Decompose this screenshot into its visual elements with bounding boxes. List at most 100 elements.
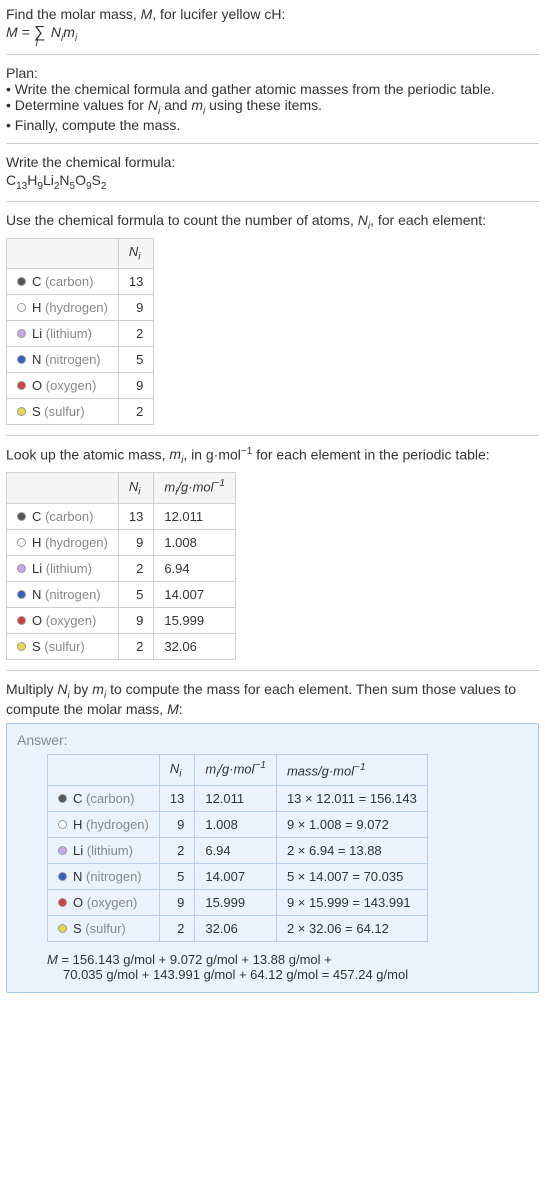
element-dot-icon [17, 381, 26, 390]
table-row: H (hydrogen)9 [7, 294, 154, 320]
element-dot-icon [58, 924, 67, 933]
element-cell: Li (lithium) [7, 556, 119, 582]
element-symbol: S [32, 639, 41, 654]
element-dot-icon [17, 407, 26, 416]
table-row: N (nitrogen)514.007 [7, 582, 236, 608]
n-value: 13 [118, 268, 153, 294]
table-row: S (sulfur)232.062 × 32.06 = 64.12 [48, 915, 428, 941]
lookup-section: Look up the atomic mass, mi, in g·mol−1 … [6, 446, 539, 660]
element-symbol: N [32, 587, 41, 602]
m-value: 15.999 [154, 608, 236, 634]
formula-N: N [47, 24, 61, 40]
n-value: 2 [118, 556, 153, 582]
element-name: (sulfur) [41, 639, 85, 654]
element-symbol: S [73, 921, 82, 936]
divider [6, 201, 539, 202]
atom-count-table: Ni C (carbon)13H (hydrogen)9Li (lithium)… [6, 238, 154, 425]
element-cell: H (hydrogen) [7, 530, 119, 556]
element-name: (nitrogen) [41, 352, 100, 367]
answer-box: Answer: Ni mi/g·mol−1 mass/g·mol−1 C (ca… [6, 723, 539, 993]
divider [6, 435, 539, 436]
chem-sub: 2 [101, 180, 107, 191]
mass-value: 2 × 6.94 = 13.88 [276, 837, 427, 863]
element-name: (oxygen) [42, 378, 96, 393]
element-cell: S (sulfur) [7, 398, 119, 424]
element-name: (nitrogen) [41, 587, 100, 602]
n-value: 2 [118, 398, 153, 424]
element-dot-icon [17, 277, 26, 286]
table-row: O (oxygen)915.9999 × 15.999 = 143.991 [48, 889, 428, 915]
m-value: 14.007 [195, 863, 277, 889]
answer-label: Answer: [17, 732, 528, 748]
mult-colon: : [179, 701, 183, 717]
molar-mass-formula: M = ∑i Nimi [6, 24, 539, 44]
header-mass: mass/g·mol−1 [276, 754, 427, 785]
element-name: (lithium) [42, 326, 92, 341]
table-row: C (carbon)1312.01113 × 12.011 = 156.143 [48, 785, 428, 811]
element-symbol: O [32, 378, 42, 393]
element-dot-icon [58, 846, 67, 855]
element-cell: S (sulfur) [7, 634, 119, 660]
element-symbol: N [73, 869, 82, 884]
element-symbol: Li [73, 843, 83, 858]
element-dot-icon [17, 590, 26, 599]
element-name: (hydrogen) [82, 817, 148, 832]
element-dot-icon [17, 512, 26, 521]
final-sum-line2: 70.035 g/mol + 143.991 g/mol + 64.12 g/m… [63, 967, 528, 982]
count-N: N [358, 212, 368, 228]
m-value: 6.94 [195, 837, 277, 863]
table-row: Li (lithium)26.94 [7, 556, 236, 582]
chem-el: H [27, 172, 37, 188]
table-row: Li (lithium)26.942 × 6.94 = 13.88 [48, 837, 428, 863]
m-value: 14.007 [154, 582, 236, 608]
n-value: 9 [118, 294, 153, 320]
intro-section: Find the molar mass, M, for lucifer yell… [6, 6, 539, 44]
element-cell: C (carbon) [48, 785, 160, 811]
n-value: 9 [118, 608, 153, 634]
final-sum: M = 156.143 g/mol + 9.072 g/mol + 13.88 … [47, 952, 528, 982]
divider [6, 54, 539, 55]
header-element [7, 239, 119, 269]
table-row: Li (lithium)2 [7, 320, 154, 346]
table-row: N (nitrogen)5 [7, 346, 154, 372]
element-symbol: C [32, 274, 41, 289]
element-name: (oxygen) [42, 613, 96, 628]
header-element [48, 754, 160, 785]
element-symbol: C [32, 509, 41, 524]
m-value: 1.008 [154, 530, 236, 556]
chem-formula-title: Write the chemical formula: [6, 154, 539, 170]
m-value: 12.011 [154, 504, 236, 530]
count-text: Use the chemical formula to count the nu… [6, 212, 358, 228]
element-name: (sulfur) [41, 404, 85, 419]
header-mi: mi/g·mol−1 [154, 473, 236, 504]
element-cell: S (sulfur) [48, 915, 160, 941]
chem-el: C [6, 172, 16, 188]
chemical-formula: C13H9Li2N5O9S2 [6, 172, 539, 192]
element-cell: Li (lithium) [48, 837, 160, 863]
chem-el: Li [43, 172, 54, 188]
element-dot-icon [17, 564, 26, 573]
lookup-text: Look up the atomic mass, [6, 446, 169, 462]
table-row: O (oxygen)915.999 [7, 608, 236, 634]
element-cell: H (hydrogen) [48, 811, 160, 837]
m-value: 32.06 [154, 634, 236, 660]
element-dot-icon [17, 355, 26, 364]
element-dot-icon [17, 303, 26, 312]
intro-M: M [141, 6, 153, 22]
table-row: O (oxygen)9 [7, 372, 154, 398]
formula-mi: i [75, 33, 77, 44]
mult-m: m [92, 681, 104, 697]
table-row: S (sulfur)2 [7, 398, 154, 424]
element-name: (oxygen) [83, 895, 137, 910]
element-cell: N (nitrogen) [48, 863, 160, 889]
lookup-text2: , in g·mol [183, 446, 241, 462]
mult-text: Multiply [6, 681, 57, 697]
element-cell: H (hydrogen) [7, 294, 119, 320]
element-cell: C (carbon) [7, 504, 119, 530]
element-name: (carbon) [41, 509, 93, 524]
element-dot-icon [58, 820, 67, 829]
element-cell: C (carbon) [7, 268, 119, 294]
mult-N: N [57, 681, 67, 697]
element-dot-icon [17, 538, 26, 547]
mass-value: 13 × 12.011 = 156.143 [276, 785, 427, 811]
